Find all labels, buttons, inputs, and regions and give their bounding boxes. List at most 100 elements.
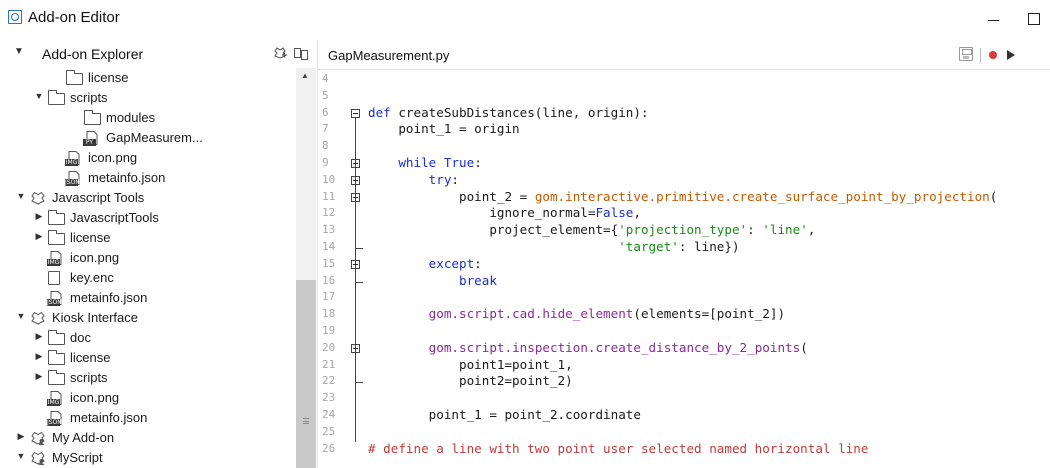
- chevron-right-icon[interactable]: ▶: [16, 431, 26, 442]
- line-number: 10: [322, 172, 336, 186]
- fold-toggle-icon[interactable]: [351, 108, 360, 118]
- tree-item[interactable]: ▶ license: [0, 228, 290, 248]
- chevron-right-icon[interactable]: ▶: [34, 331, 44, 342]
- tree-item[interactable]: key.enc: [0, 268, 290, 288]
- line-number: 25: [322, 424, 336, 438]
- tree-item[interactable]: JSON metainfo.json: [0, 288, 290, 308]
- chevron-down-icon[interactable]: ▼: [16, 311, 26, 321]
- line-number: 5: [322, 88, 329, 102]
- tree-item-label: icon.png: [70, 390, 120, 405]
- tree-item-label: My Add-on: [52, 430, 115, 445]
- tree-item[interactable]: ▼ scripts: [0, 88, 290, 108]
- tree-item[interactable]: ▼ MyScript: [0, 448, 290, 468]
- line-number: 16: [322, 273, 336, 287]
- tree-scrollbar[interactable]: ▲: [296, 68, 316, 468]
- line-number: 26: [322, 441, 336, 455]
- new-addon-icon[interactable]: [272, 45, 288, 61]
- code-line: gom.script.cad.hide_element(elements=[po…: [428, 306, 786, 322]
- tree-item-label: Javascript Tools: [52, 190, 145, 205]
- maximize-button[interactable]: [1024, 8, 1044, 28]
- new-file-icon[interactable]: [293, 45, 309, 61]
- tree-item-label: license: [70, 350, 111, 365]
- chevron-down-icon[interactable]: ▼: [34, 91, 44, 101]
- code-line: except:: [428, 255, 482, 271]
- tree-item[interactable]: PY GapMeasurem...: [0, 128, 290, 148]
- file-type-badge: IMG: [65, 159, 78, 166]
- tree-item[interactable]: IMG icon.png: [0, 248, 290, 268]
- code-line: while True:: [398, 155, 482, 170]
- tree-item[interactable]: ▶ license: [0, 348, 290, 368]
- scrollbar-thumb[interactable]: [296, 280, 316, 468]
- code-line: # define a line with two point user sele…: [368, 440, 869, 456]
- chevron-right-icon[interactable]: ▶: [34, 351, 44, 362]
- line-number: 20: [322, 340, 336, 354]
- addon-user-icon: [30, 450, 46, 466]
- minimize-button[interactable]: [984, 8, 1004, 28]
- window-title: Add-on Editor: [28, 9, 120, 26]
- json-file-icon: JSON: [47, 290, 64, 306]
- fold-gutter: [348, 70, 364, 468]
- file-type-badge: JSON: [47, 299, 62, 306]
- tree-item-label: modules: [106, 110, 156, 125]
- file-type-badge: IMG: [47, 399, 60, 406]
- tree-item-label: icon.png: [88, 150, 138, 165]
- folder-icon: [48, 230, 65, 245]
- line-number: 21: [322, 357, 336, 371]
- code-line: break: [459, 272, 497, 288]
- tree-item-label: metainfo.json: [70, 410, 148, 425]
- line-number: 9: [322, 156, 329, 169]
- chevron-down-icon[interactable]: ▼: [16, 451, 26, 461]
- tree-item[interactable]: ▶ doc: [0, 328, 290, 348]
- chevron-right-icon[interactable]: ▶: [34, 231, 44, 242]
- folder-icon: [66, 70, 83, 85]
- chevron-down-icon[interactable]: ▼: [16, 191, 26, 201]
- addon-icon: [30, 310, 46, 326]
- tab-gapmeasurement[interactable]: GapMeasurement.py: [328, 48, 449, 63]
- folder-icon: [84, 110, 101, 125]
- chevron-right-icon[interactable]: ▶: [34, 211, 44, 222]
- folder-icon: [48, 350, 65, 365]
- line-number: 17: [322, 290, 336, 304]
- tree-item[interactable]: JSON metainfo.json: [0, 168, 290, 188]
- tree-item-label: doc: [70, 330, 91, 345]
- tree-item-label: metainfo.json: [88, 170, 166, 185]
- record-icon[interactable]: [989, 51, 997, 59]
- code-line: gom.script.inspection.create_distance_by…: [428, 339, 808, 355]
- collapse-caret-icon[interactable]: ▼: [14, 46, 24, 57]
- code-line: point1=point_1,: [368, 356, 573, 372]
- run-icon[interactable]: [1007, 50, 1015, 60]
- tree-item-label: Kiosk Interface: [52, 310, 138, 325]
- file-icon: [48, 271, 60, 285]
- tree-item[interactable]: license: [0, 68, 290, 88]
- file-type-badge: JSON: [65, 179, 80, 186]
- line-number: 12: [322, 206, 336, 220]
- image-file-icon: IMG: [47, 390, 64, 406]
- toolbar-divider: [980, 48, 981, 63]
- tree-item-label: metainfo.json: [70, 290, 148, 305]
- tree-item-label: GapMeasurem...: [106, 130, 203, 145]
- image-file-icon: IMG: [47, 250, 64, 266]
- tree-item[interactable]: ▼ Kiosk Interface: [0, 308, 290, 328]
- explorer-title: Add-on Explorer: [42, 46, 144, 62]
- tree-item-label: key.enc: [70, 270, 114, 285]
- line-number: 7: [322, 122, 329, 136]
- tree-item-label: icon.png: [70, 250, 120, 265]
- tree-item[interactable]: ▼ Javascript Tools: [0, 188, 290, 208]
- tree-item[interactable]: IMG icon.png: [0, 388, 290, 408]
- tree-item[interactable]: ▶ JavascriptTools: [0, 208, 290, 228]
- chevron-right-icon[interactable]: ▶: [34, 371, 44, 382]
- code-area[interactable]: 4 5 6 def createSubDistances(line, origin):…: [318, 70, 1050, 468]
- line-number: 4: [322, 72, 329, 85]
- tree-item[interactable]: ▶ scripts: [0, 368, 290, 388]
- tree-item[interactable]: ▶ My Add-on: [0, 428, 290, 448]
- line-number: 15: [322, 256, 336, 270]
- scroll-up-arrow-icon[interactable]: ▲: [301, 71, 309, 80]
- fold-guide: [355, 117, 356, 442]
- tree-item[interactable]: modules: [0, 108, 290, 128]
- tree-item[interactable]: IMG icon.png: [0, 148, 290, 168]
- line-number: 23: [322, 391, 336, 405]
- save-icon[interactable]: [959, 47, 973, 61]
- tree-item[interactable]: JSON metainfo.json: [0, 408, 290, 428]
- addon-explorer-panel: ▼ Add-on Explorer license ▼ scripts modules…: [0, 40, 318, 468]
- line-number: 14: [322, 240, 336, 253]
